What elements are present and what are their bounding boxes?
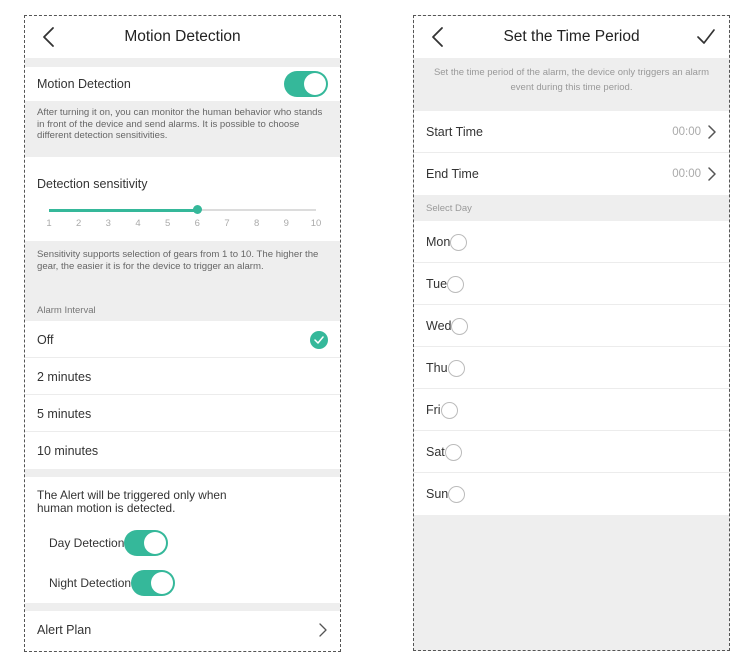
day-row-fri[interactable]: Fri <box>414 389 729 431</box>
day-row-sun[interactable]: Sun <box>414 473 729 515</box>
navbar: Motion Detection <box>25 16 340 58</box>
page-title: Motion Detection <box>124 28 241 45</box>
slider-tick-label: 3 <box>105 218 111 229</box>
night-detection-row: Night Detection <box>25 563 340 603</box>
day-radio[interactable] <box>444 443 462 461</box>
day-radio[interactable] <box>448 485 466 503</box>
interval-option-label: 2 minutes <box>37 369 92 384</box>
chevron-right-icon <box>708 167 716 181</box>
back-arrow-icon[interactable] <box>39 25 61 49</box>
slider-tick-label: 5 <box>165 218 171 229</box>
interval-option-label: 10 minutes <box>37 443 99 458</box>
toggle-knob <box>304 73 326 95</box>
night-detection-label: Night Detection <box>49 576 132 590</box>
alarm-interval-header: Alarm Interval <box>25 301 340 321</box>
time-period-screen: Set the Time Period Set the time period … <box>413 15 730 651</box>
night-detection-toggle[interactable] <box>131 570 176 596</box>
day-label: Fri <box>426 403 441 417</box>
day-label: Sat <box>426 445 445 459</box>
slider-tick-label: 2 <box>76 218 82 229</box>
day-row-tue[interactable]: Tue <box>414 263 729 305</box>
motion-detection-screen: Motion Detection Motion Detection After … <box>24 15 341 652</box>
sensitivity-label: Detection sensitivity <box>37 177 148 191</box>
page-title: Set the Time Period <box>503 28 640 45</box>
day-label: Thu <box>426 361 448 375</box>
slider-thumb[interactable] <box>192 205 202 214</box>
day-detection-label: Day Detection <box>49 536 125 550</box>
motion-description: After turning it on, you can monitor the… <box>25 101 340 157</box>
day-radio[interactable] <box>440 401 458 419</box>
motion-detection-row: Motion Detection <box>25 67 340 101</box>
day-radio[interactable] <box>451 317 469 335</box>
day-row-wed[interactable]: Wed <box>414 305 729 347</box>
slider-tick-label: 9 <box>283 218 289 229</box>
sensitivity-description: Sensitivity supports selection of gears … <box>25 241 340 301</box>
day-radio[interactable] <box>450 233 468 251</box>
divider <box>25 469 340 477</box>
alert-plan-row[interactable]: Alert Plan <box>25 611 340 649</box>
slider-tick-label: 7 <box>224 218 230 229</box>
day-row-mon[interactable]: Mon <box>414 221 729 263</box>
slider-ticks: 1 2 3 4 5 6 7 8 9 10 <box>46 218 321 230</box>
interval-option-off[interactable]: Off <box>25 321 340 358</box>
end-time-label: End Time <box>426 167 479 181</box>
info-banner: Set the time period of the alarm, the de… <box>414 58 729 111</box>
checkmark-icon <box>310 330 328 349</box>
day-radio[interactable] <box>447 359 465 377</box>
motion-detection-toggle[interactable] <box>284 71 328 97</box>
select-day-label: Select Day <box>426 202 472 214</box>
divider <box>25 58 340 67</box>
alert-note-text: The Alert will be triggered only when hu… <box>37 488 227 515</box>
day-radio[interactable] <box>447 275 465 293</box>
sensitivity-label-row: Detection sensitivity <box>25 157 340 197</box>
slider-tick-label: 1 <box>46 218 52 229</box>
end-time-value: 00:00 <box>672 168 701 180</box>
interval-option-label: 5 minutes <box>37 406 92 421</box>
slider-track[interactable] <box>49 205 316 214</box>
day-label: Wed <box>426 319 452 333</box>
chevron-right-icon <box>708 125 716 139</box>
slider-tick-label: 8 <box>254 218 260 229</box>
interval-option-2-minutes[interactable]: 2 minutes <box>25 358 340 395</box>
select-day-header: Select Day <box>414 195 729 221</box>
day-detection-row: Day Detection <box>25 523 340 563</box>
interval-option-5-minutes[interactable]: 5 minutes <box>25 395 340 432</box>
slider-tick-label: 4 <box>135 218 141 229</box>
day-list: Mon Tue Wed Thu Fri Sat Sun <box>414 221 729 515</box>
day-detection-toggle[interactable] <box>124 530 169 556</box>
alert-plan-label: Alert Plan <box>37 623 92 637</box>
toggle-knob <box>144 532 167 554</box>
interval-option-label: Off <box>37 332 54 347</box>
day-label: Tue <box>426 277 448 291</box>
interval-option-10-minutes[interactable]: 10 minutes <box>25 432 340 469</box>
day-row-thu[interactable]: Thu <box>414 347 729 389</box>
slider-tick-label: 6 <box>194 218 200 229</box>
navbar: Set the Time Period <box>414 16 729 58</box>
back-arrow-icon[interactable] <box>428 25 450 49</box>
alert-note: The Alert will be triggered only when hu… <box>25 477 340 523</box>
confirm-check-icon[interactable] <box>695 26 717 48</box>
motion-detection-label: Motion Detection <box>37 77 131 91</box>
slider-fill <box>49 208 198 212</box>
sensitivity-slider[interactable]: 1 2 3 4 5 6 7 8 9 10 <box>25 197 340 241</box>
alarm-interval-label: Alarm Interval <box>37 305 96 316</box>
toggle-knob <box>151 572 174 594</box>
start-time-row[interactable]: Start Time 00:00 <box>414 111 729 153</box>
divider <box>25 603 340 611</box>
end-time-row[interactable]: End Time 00:00 <box>414 153 729 195</box>
start-time-value: 00:00 <box>672 126 701 138</box>
day-row-sat[interactable]: Sat <box>414 431 729 473</box>
slider-tick-label: 10 <box>310 218 322 229</box>
chevron-right-icon <box>319 623 327 637</box>
start-time-label: Start Time <box>426 125 483 139</box>
day-label: Mon <box>426 235 451 249</box>
day-label: Sun <box>426 487 449 501</box>
